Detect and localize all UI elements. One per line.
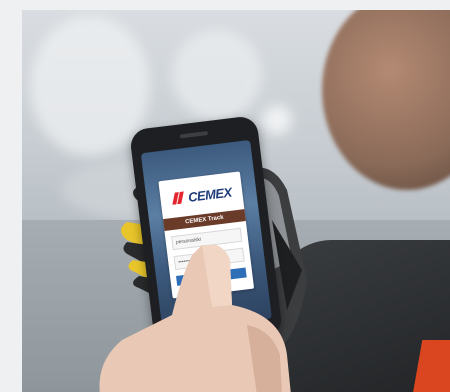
background-light xyxy=(262,105,292,135)
phone-speaker xyxy=(179,131,209,139)
brand-name: CEMEX xyxy=(187,184,233,205)
photo-frame: CEMEX CEMEX Track personalski •••••••••• xyxy=(22,10,450,392)
worker-head xyxy=(322,10,450,190)
pointing-hand xyxy=(82,244,342,392)
background-blur xyxy=(172,30,262,120)
cemex-stripes-icon xyxy=(171,191,184,205)
background-blur xyxy=(30,16,150,156)
